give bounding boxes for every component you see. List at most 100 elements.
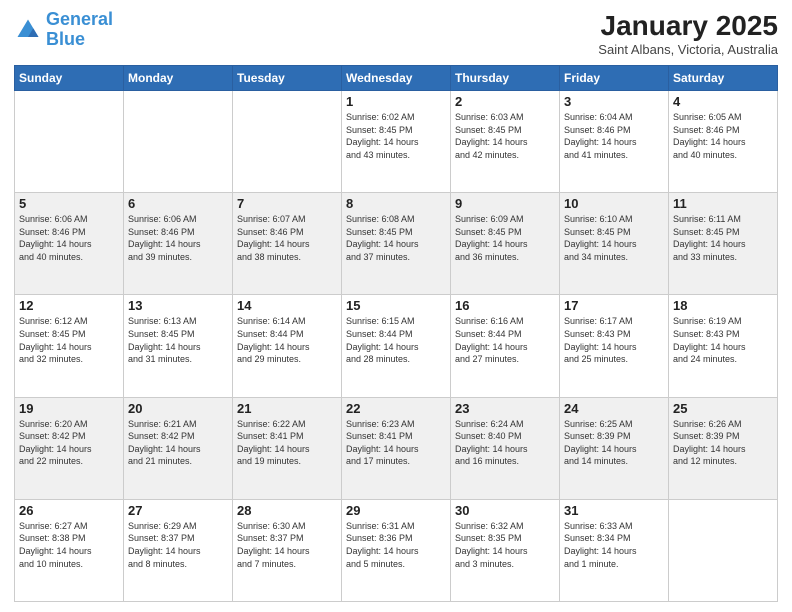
day-number: 12 [19,298,119,313]
weekday-header-row: SundayMondayTuesdayWednesdayThursdayFrid… [15,66,778,91]
day-info: Sunrise: 6:33 AM Sunset: 8:34 PM Dayligh… [564,520,664,570]
weekday-header-friday: Friday [560,66,669,91]
calendar-cell [669,499,778,601]
calendar-week-1: 1 Sunrise: 6:02 AM Sunset: 8:45 PM Daylig… [15,91,778,193]
day-info: Sunrise: 6:17 AM Sunset: 8:43 PM Dayligh… [564,315,664,365]
calendar-cell: 3 Sunrise: 6:04 AM Sunset: 8:46 PM Daylig… [560,91,669,193]
logo-blue: Blue [46,29,85,49]
day-number: 29 [346,503,446,518]
day-info: Sunrise: 6:06 AM Sunset: 8:46 PM Dayligh… [19,213,119,263]
day-number: 2 [455,94,555,109]
day-info: Sunrise: 6:08 AM Sunset: 8:45 PM Dayligh… [346,213,446,263]
logo-text: General Blue [46,10,113,50]
calendar-week-2: 5Sunrise: 6:06 AM Sunset: 8:46 PM Daylig… [15,193,778,295]
title-area: January 2025 Saint Albans, Victoria, Aus… [598,10,778,57]
calendar-cell: 21Sunrise: 6:22 AM Sunset: 8:41 PM Dayli… [233,397,342,499]
day-info: Sunrise: 6:24 AM Sunset: 8:40 PM Dayligh… [455,418,555,468]
day-number: 24 [564,401,664,416]
page: General Blue January 2025 Saint Albans, … [0,0,792,612]
day-number: 31 [564,503,664,518]
day-number: 14 [237,298,337,313]
calendar-cell: 24Sunrise: 6:25 AM Sunset: 8:39 PM Dayli… [560,397,669,499]
calendar-cell: 19 Sunrise: 6:20 AM Sunset: 8:42 PM Dayli… [15,397,124,499]
calendar-cell: 10 Sunrise: 6:10 AM Sunset: 8:45 PM Dayli… [560,193,669,295]
calendar-cell: 13 Sunrise: 6:13 AM Sunset: 8:45 PM Dayli… [124,295,233,397]
weekday-header-monday: Monday [124,66,233,91]
day-info: Sunrise: 6:19 AM Sunset: 8:43 PM Dayligh… [673,315,773,365]
day-info: Sunrise: 6:02 AM Sunset: 8:45 PM Dayligh… [346,111,446,161]
day-info: Sunrise: 6:14 AM Sunset: 8:44 PM Dayligh… [237,315,337,365]
day-info: Sunrise: 6:12 AM Sunset: 8:45 PM Dayligh… [19,315,119,365]
calendar-cell: 16Sunrise: 6:16 AM Sunset: 8:44 PM Dayli… [451,295,560,397]
day-info: Sunrise: 6:13 AM Sunset: 8:45 PM Dayligh… [128,315,228,365]
day-number: 30 [455,503,555,518]
day-number: 13 [128,298,228,313]
day-number: 26 [19,503,119,518]
calendar-cell: 9Sunrise: 6:09 AM Sunset: 8:45 PM Daylig… [451,193,560,295]
calendar-cell: 6 Sunrise: 6:06 AM Sunset: 8:46 PM Daylig… [124,193,233,295]
calendar-cell: 31 Sunrise: 6:33 AM Sunset: 8:34 PM Dayli… [560,499,669,601]
day-info: Sunrise: 6:22 AM Sunset: 8:41 PM Dayligh… [237,418,337,468]
weekday-header-thursday: Thursday [451,66,560,91]
day-number: 15 [346,298,446,313]
day-number: 4 [673,94,773,109]
day-info: Sunrise: 6:15 AM Sunset: 8:44 PM Dayligh… [346,315,446,365]
day-info: Sunrise: 6:06 AM Sunset: 8:46 PM Dayligh… [128,213,228,263]
day-number: 17 [564,298,664,313]
month-title: January 2025 [598,10,778,42]
logo-icon [14,16,42,44]
calendar-cell [15,91,124,193]
calendar-cell: 18 Sunrise: 6:19 AM Sunset: 8:43 PM Dayli… [669,295,778,397]
location-subtitle: Saint Albans, Victoria, Australia [598,42,778,57]
calendar-cell: 2Sunrise: 6:03 AM Sunset: 8:45 PM Daylig… [451,91,560,193]
calendar-cell: 30 Sunrise: 6:32 AM Sunset: 8:35 PM Dayli… [451,499,560,601]
day-number: 16 [455,298,555,313]
day-number: 11 [673,196,773,211]
calendar-cell: 5Sunrise: 6:06 AM Sunset: 8:46 PM Daylig… [15,193,124,295]
calendar-cell [124,91,233,193]
day-number: 19 [19,401,119,416]
day-number: 3 [564,94,664,109]
calendar-cell: 20Sunrise: 6:21 AM Sunset: 8:42 PM Dayli… [124,397,233,499]
day-info: Sunrise: 6:32 AM Sunset: 8:35 PM Dayligh… [455,520,555,570]
day-number: 6 [128,196,228,211]
day-number: 20 [128,401,228,416]
day-info: Sunrise: 6:10 AM Sunset: 8:45 PM Dayligh… [564,213,664,263]
calendar-cell: 7Sunrise: 6:07 AM Sunset: 8:46 PM Daylig… [233,193,342,295]
calendar-cell: 27 Sunrise: 6:29 AM Sunset: 8:37 PM Dayli… [124,499,233,601]
logo: General Blue [14,10,113,50]
day-info: Sunrise: 6:04 AM Sunset: 8:46 PM Dayligh… [564,111,664,161]
calendar-week-5: 26Sunrise: 6:27 AM Sunset: 8:38 PM Dayli… [15,499,778,601]
calendar-cell: 25 Sunrise: 6:26 AM Sunset: 8:39 PM Dayli… [669,397,778,499]
day-number: 8 [346,196,446,211]
weekday-header-wednesday: Wednesday [342,66,451,91]
calendar-cell: 8 Sunrise: 6:08 AM Sunset: 8:45 PM Daylig… [342,193,451,295]
header: General Blue January 2025 Saint Albans, … [14,10,778,57]
logo-general: General [46,9,113,29]
day-info: Sunrise: 6:20 AM Sunset: 8:42 PM Dayligh… [19,418,119,468]
day-info: Sunrise: 6:30 AM Sunset: 8:37 PM Dayligh… [237,520,337,570]
weekday-header-saturday: Saturday [669,66,778,91]
day-info: Sunrise: 6:23 AM Sunset: 8:41 PM Dayligh… [346,418,446,468]
day-info: Sunrise: 6:29 AM Sunset: 8:37 PM Dayligh… [128,520,228,570]
weekday-header-sunday: Sunday [15,66,124,91]
day-number: 10 [564,196,664,211]
day-number: 25 [673,401,773,416]
day-info: Sunrise: 6:11 AM Sunset: 8:45 PM Dayligh… [673,213,773,263]
calendar-cell: 12 Sunrise: 6:12 AM Sunset: 8:45 PM Dayli… [15,295,124,397]
calendar-week-4: 19 Sunrise: 6:20 AM Sunset: 8:42 PM Dayli… [15,397,778,499]
day-number: 23 [455,401,555,416]
weekday-header-tuesday: Tuesday [233,66,342,91]
calendar-cell: 23 Sunrise: 6:24 AM Sunset: 8:40 PM Dayli… [451,397,560,499]
day-info: Sunrise: 6:05 AM Sunset: 8:46 PM Dayligh… [673,111,773,161]
day-info: Sunrise: 6:31 AM Sunset: 8:36 PM Dayligh… [346,520,446,570]
day-number: 1 [346,94,446,109]
calendar-cell: 14 Sunrise: 6:14 AM Sunset: 8:44 PM Dayli… [233,295,342,397]
day-number: 27 [128,503,228,518]
calendar-cell: 22Sunrise: 6:23 AM Sunset: 8:41 PM Dayli… [342,397,451,499]
day-number: 18 [673,298,773,313]
calendar-table: SundayMondayTuesdayWednesdayThursdayFrid… [14,65,778,602]
day-number: 28 [237,503,337,518]
day-info: Sunrise: 6:26 AM Sunset: 8:39 PM Dayligh… [673,418,773,468]
calendar-cell: 11 Sunrise: 6:11 AM Sunset: 8:45 PM Dayli… [669,193,778,295]
